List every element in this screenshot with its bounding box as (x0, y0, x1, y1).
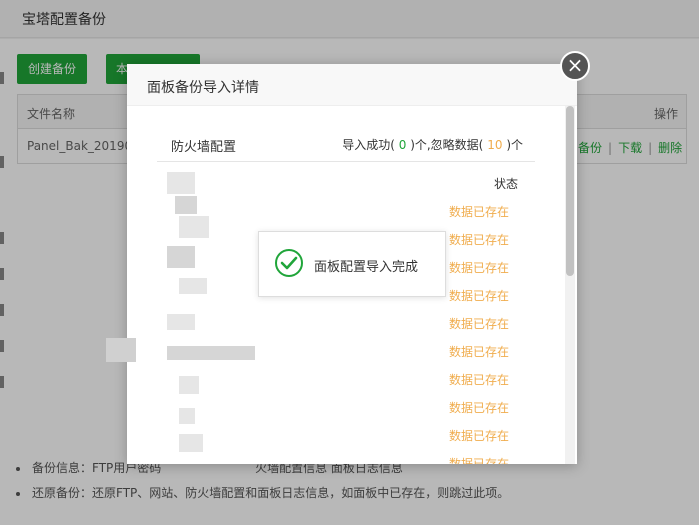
redacted-block (167, 172, 195, 194)
redacted-block (179, 376, 199, 394)
status-cell: 数据已存在 (449, 373, 510, 387)
redacted-block (106, 338, 136, 362)
status-cell: 数据已存在 (449, 261, 510, 275)
status-cell: 数据已存在 (449, 429, 510, 443)
redacted-block (167, 346, 255, 360)
status-cell: 数据已存在 (449, 289, 510, 303)
redacted-block (175, 196, 197, 214)
toast-message: 面板配置导入完成 (314, 260, 419, 275)
status-cell: 数据已存在 (449, 345, 510, 359)
status-cell: 数据已存在 (449, 233, 510, 247)
status-cell: 数据已存在 (449, 205, 510, 219)
redacted-block (179, 434, 203, 452)
success-count: 0 (398, 138, 407, 152)
dialog-title: 面板备份导入详情 (147, 80, 259, 96)
redacted-block (167, 314, 195, 330)
dialog-scrollbar-thumb[interactable] (566, 106, 574, 276)
success-toast: 面板配置导入完成 (258, 231, 446, 297)
check-circle-icon (275, 249, 303, 277)
firewall-section-row: 防火墙配置 导入成功( 0 )个,忽略数据( 10 )个 (157, 136, 535, 162)
status-cell: 数据已存在 (449, 317, 510, 331)
status-cell: 数据已存在 (449, 457, 510, 464)
redacted-block (167, 246, 195, 268)
import-stats: 导入成功( 0 )个,忽略数据( 10 )个 (342, 138, 523, 152)
dialog-header: 面板备份导入详情 (127, 64, 577, 106)
close-icon: × (566, 53, 584, 77)
redacted-block (179, 408, 195, 424)
redacted-block (179, 216, 209, 238)
redacted-block (179, 278, 207, 294)
status-cell: 数据已存在 (449, 401, 510, 415)
ignored-count: 10 (487, 138, 503, 152)
section-name: 防火墙配置 (171, 140, 237, 155)
close-dialog-button[interactable]: × (560, 51, 590, 81)
status-column-header: 状态 (494, 177, 519, 191)
